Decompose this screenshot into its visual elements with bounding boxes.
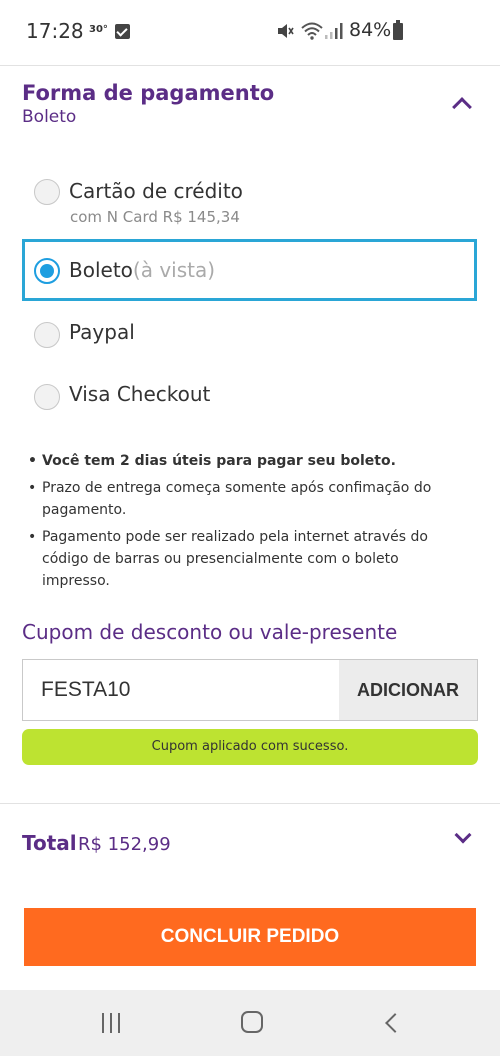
checkbox-notification-icon xyxy=(115,24,130,39)
payment-option-label: Paypal xyxy=(69,320,135,344)
payment-option-credit-card[interactable]: Cartão de crédito com N Card R$ 145,34 xyxy=(22,166,477,236)
payment-option-paypal[interactable]: Paypal xyxy=(22,310,477,360)
add-coupon-button[interactable]: ADICIONAR xyxy=(339,660,477,720)
radio-visa-checkout[interactable] xyxy=(34,384,60,410)
signal-icon xyxy=(325,23,343,39)
boleto-info-list: Você tem 2 dias úteis para pagar seu bol… xyxy=(28,450,468,597)
chevron-up-icon[interactable] xyxy=(452,97,472,117)
boleto-label: Boleto xyxy=(69,258,133,282)
info-item: Pagamento pode ser realizado pela intern… xyxy=(28,526,468,592)
recent-apps-icon[interactable] xyxy=(102,1013,122,1033)
status-bar: 17:28 30° 84% xyxy=(0,0,500,66)
payment-option-label: Cartão de crédito xyxy=(69,179,243,203)
payment-option-visa-checkout[interactable]: Visa Checkout xyxy=(22,372,477,422)
chevron-down-icon[interactable] xyxy=(454,826,472,844)
battery-percentage: 84% xyxy=(349,19,392,41)
divider xyxy=(0,803,500,804)
status-time: 17:28 xyxy=(26,19,84,43)
info-item: Você tem 2 dias úteis para pagar seu bol… xyxy=(28,450,468,472)
payment-option-label: Boleto(à vista) xyxy=(69,258,215,282)
wifi-icon xyxy=(301,22,323,40)
radio-boleto[interactable] xyxy=(34,258,60,284)
info-item: Prazo de entrega começa somente após con… xyxy=(28,477,468,521)
temperature-indicator: 30° xyxy=(89,24,108,35)
mute-icon xyxy=(278,24,294,38)
boleto-hint: (à vista) xyxy=(132,258,216,282)
radio-credit-card[interactable] xyxy=(34,179,60,205)
coupon-section-title: Cupom de desconto ou vale-presente xyxy=(22,620,398,644)
payment-option-sublabel: com N Card R$ 145,34 xyxy=(70,208,240,226)
payment-option-boleto[interactable]: Boleto(à vista) xyxy=(22,239,477,301)
total-label: Total xyxy=(22,831,77,855)
home-icon[interactable] xyxy=(241,1011,263,1033)
coupon-input[interactable] xyxy=(23,660,339,720)
payment-section-title: Forma de pagamento xyxy=(22,81,275,105)
total-value: R$ 152,99 xyxy=(78,834,171,855)
selected-payment-method: Boleto xyxy=(22,107,77,127)
payment-option-label: Visa Checkout xyxy=(69,382,211,406)
system-navigation-bar xyxy=(0,990,500,1056)
radio-paypal[interactable] xyxy=(34,322,60,348)
coupon-success-message: Cupom aplicado com sucesso. xyxy=(22,729,478,765)
complete-order-button[interactable]: CONCLUIR PEDIDO xyxy=(24,908,476,966)
battery-icon xyxy=(393,20,403,40)
back-icon[interactable] xyxy=(385,1013,405,1033)
coupon-form: ADICIONAR xyxy=(22,659,478,721)
